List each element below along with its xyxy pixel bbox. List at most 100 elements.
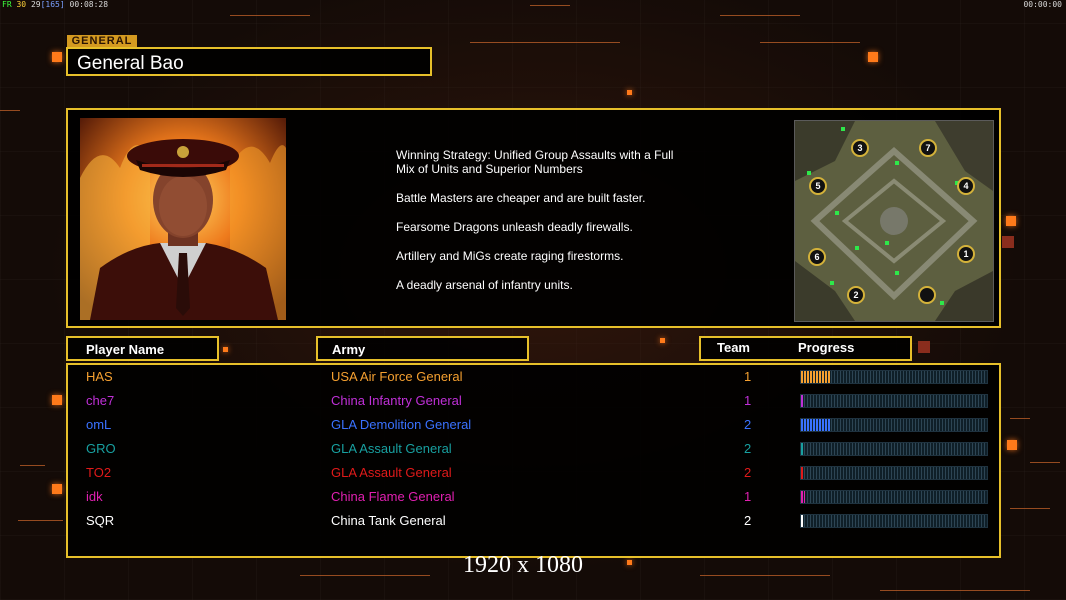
spawn-marker: 2: [847, 286, 865, 304]
spawn-marker-empty: [918, 286, 936, 304]
load-progress-bar: [800, 394, 988, 408]
resolution-caption: 1920 x 1080: [463, 552, 583, 578]
decor-line: [720, 15, 800, 16]
decor-square: [868, 52, 878, 62]
strategy-line: Fearsome Dragons unleash deadly firewall…: [396, 220, 633, 234]
fps-label: FR: [2, 0, 12, 9]
player-army: GLA Demolition General: [331, 417, 472, 432]
decor-square: [660, 338, 665, 343]
load-progress-bar: [800, 442, 988, 456]
load-progress-fill: [801, 491, 805, 503]
player-team: 2: [744, 513, 752, 528]
decor-line: [18, 520, 63, 521]
spawn-marker: 1: [957, 245, 975, 263]
header-team-label: Team: [717, 340, 750, 355]
player-row: idk China Flame General 1: [68, 487, 999, 511]
player-team: 2: [744, 441, 752, 456]
decor-line: [1010, 508, 1050, 509]
frame-extra: [165]: [40, 0, 65, 9]
player-army: USA Air Force General: [331, 369, 463, 384]
player-row: SQR China Tank General 2: [68, 511, 999, 535]
player-team: 1: [744, 393, 752, 408]
decor-square: [918, 341, 930, 353]
spawn-marker: 5: [809, 177, 827, 195]
decor-line: [760, 42, 860, 43]
decor-square: [627, 560, 632, 565]
spawn-marker: 3: [851, 139, 869, 157]
spawn-marker: 6: [808, 248, 826, 266]
general-name: General Bao: [77, 53, 184, 74]
general-portrait: [80, 118, 286, 320]
decor-square: [1007, 440, 1017, 450]
load-progress-fill: [801, 395, 803, 407]
player-army: China Infantry General: [331, 393, 462, 408]
decor-line: [700, 575, 830, 576]
decor-square: [1002, 236, 1014, 248]
player-name: SQR: [86, 513, 115, 528]
player-name: che7: [86, 393, 115, 408]
strategy-line: Winning Strategy: Unified Group Assaults…: [396, 148, 674, 176]
decor-line: [1010, 418, 1030, 419]
load-progress-bar: [800, 418, 988, 432]
general-portrait-image: [80, 118, 286, 320]
player-team: 2: [744, 417, 752, 432]
decor-line: [530, 5, 570, 6]
load-progress-bar: [800, 370, 988, 384]
spawn-marker: 7: [919, 139, 937, 157]
decor-line: [230, 15, 310, 16]
header-player-label: Player Name: [86, 342, 165, 357]
load-progress-fill: [801, 371, 831, 383]
header-progress-label: Progress: [798, 340, 855, 355]
player-team: 1: [744, 369, 752, 384]
player-team: 2: [744, 465, 752, 480]
header-team-progress: Team Progress: [699, 336, 912, 361]
load-progress-bar: [800, 514, 988, 528]
header-army: Army: [316, 336, 529, 361]
strategy-description: Winning Strategy: Unified Group Assaults…: [396, 148, 736, 307]
load-progress-fill: [801, 515, 803, 527]
load-progress-bar: [800, 490, 988, 504]
decor-line: [880, 590, 1030, 591]
general-section-label: GENERAL: [67, 35, 137, 47]
fps-counter: FR 30 29[165] 00:08:28: [2, 0, 108, 9]
decor-square: [1006, 216, 1016, 226]
decor-square: [223, 347, 228, 352]
player-army: GLA Assault General: [331, 465, 452, 480]
game-timer: 00:08:28: [69, 0, 109, 9]
load-progress-bar: [800, 466, 988, 480]
player-row: omL GLA Demolition General 2: [68, 415, 999, 439]
decor-line: [0, 110, 20, 111]
player-name: GRO: [86, 441, 116, 456]
player-name: idk: [86, 489, 103, 504]
minimap-preview: 3 7 5 4 6 1 2: [794, 120, 994, 322]
frame-value: 29: [30, 0, 41, 9]
general-info-panel: Winning Strategy: Unified Group Assaults…: [66, 108, 1001, 328]
decor-square: [52, 52, 62, 62]
player-name: omL: [86, 417, 112, 432]
decor-square: [627, 90, 632, 95]
load-progress-fill: [801, 443, 803, 455]
player-name: TO2: [86, 465, 112, 480]
player-name: HAS: [86, 369, 113, 384]
player-row: GRO GLA Assault General 2: [68, 439, 999, 463]
player-row: TO2 GLA Assault General 2: [68, 463, 999, 487]
header-player-name: Player Name: [66, 336, 219, 361]
general-name-box: General Bao: [66, 47, 432, 76]
decor-square: [52, 484, 62, 494]
fps-value: 30: [16, 0, 27, 9]
player-army: GLA Assault General: [331, 441, 452, 456]
player-army: China Flame General: [331, 489, 455, 504]
strategy-line: Artillery and MiGs create raging firesto…: [396, 249, 624, 263]
player-row: HAS USA Air Force General 1: [68, 367, 999, 391]
decor-line: [470, 42, 620, 43]
decor-line: [1030, 462, 1060, 463]
player-army: China Tank General: [331, 513, 446, 528]
strategy-line: A deadly arsenal of infantry units.: [396, 278, 573, 292]
player-row: che7 China Infantry General 1: [68, 391, 999, 415]
right-timer: 00:00:00: [1023, 0, 1062, 9]
decor-line: [20, 465, 45, 466]
spawn-marker: 4: [957, 177, 975, 195]
header-army-label: Army: [332, 342, 366, 357]
decor-line: [300, 575, 430, 576]
load-progress-fill: [801, 467, 803, 479]
